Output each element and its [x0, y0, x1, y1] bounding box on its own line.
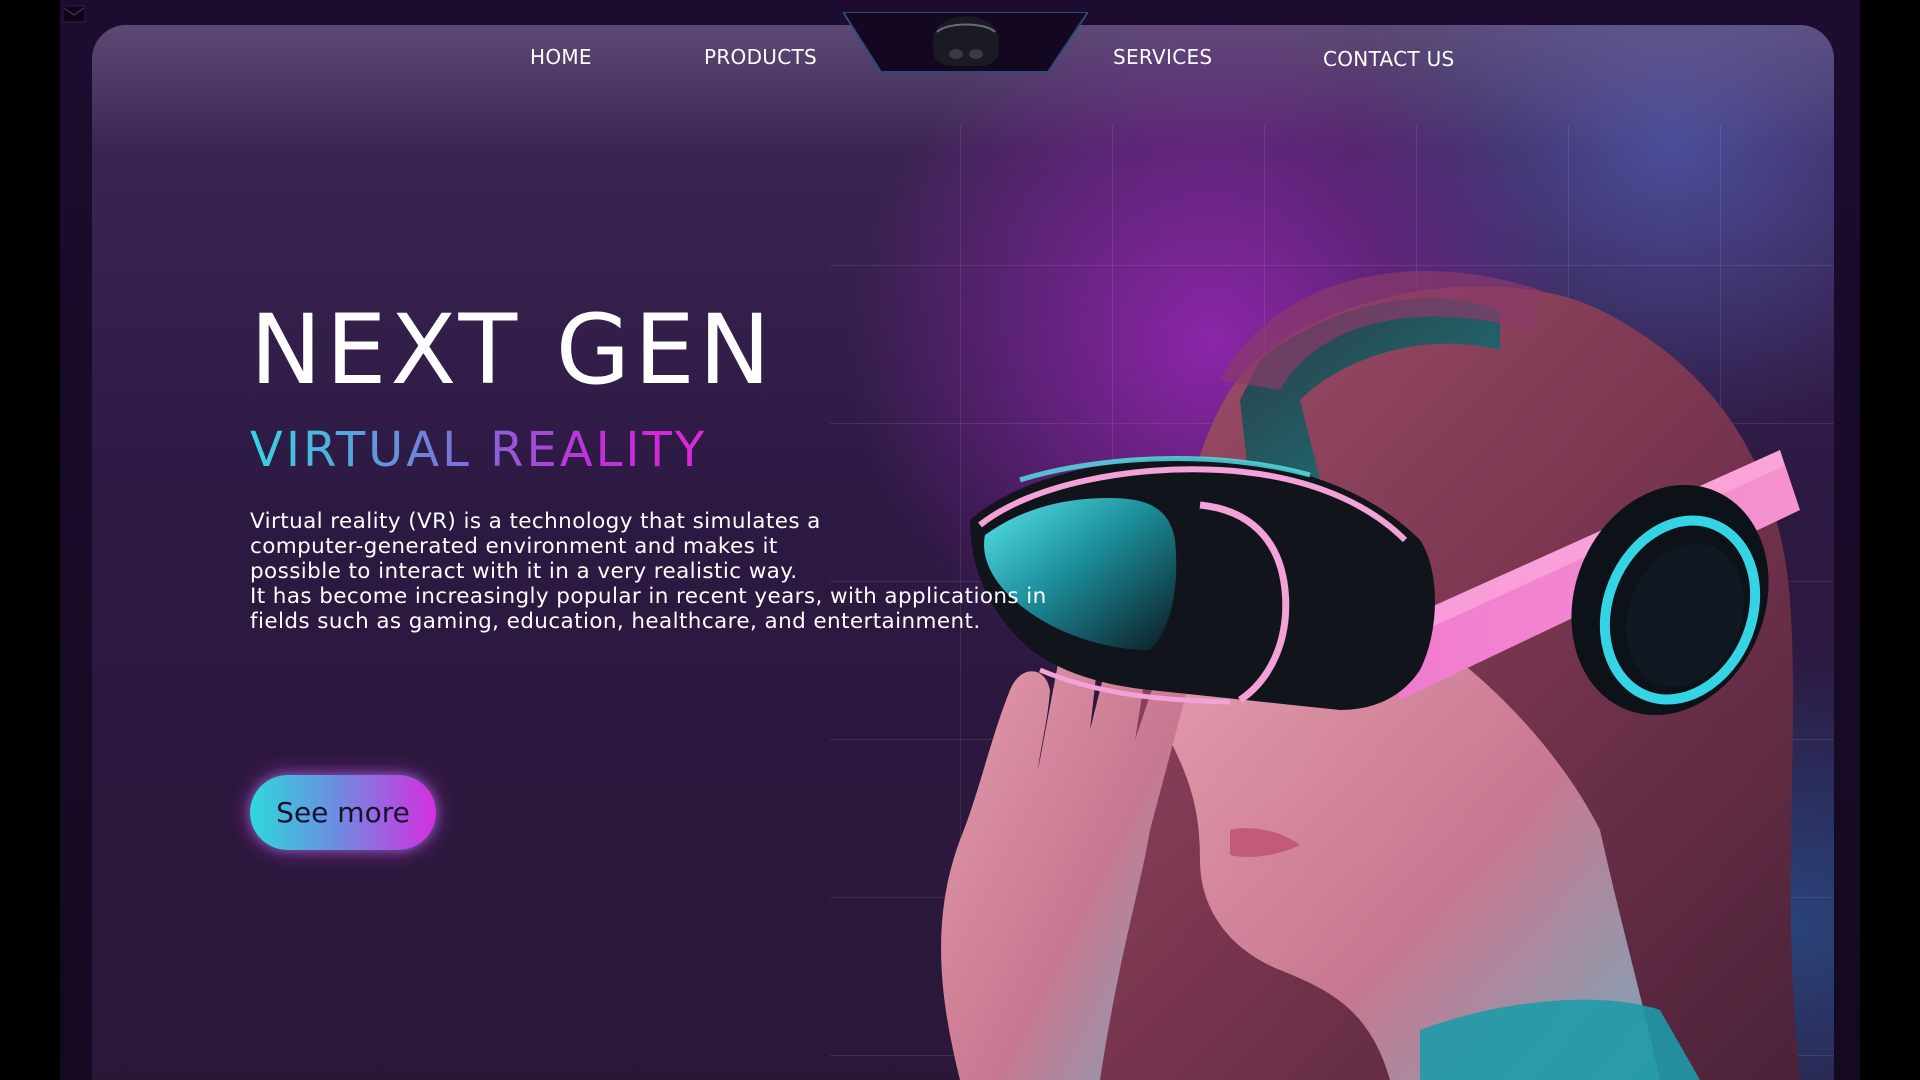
mail-icon	[62, 5, 86, 23]
hero-title: NEXT GEN	[250, 294, 775, 406]
vr-headset-icon[interactable]	[927, 14, 1005, 68]
hero-description-line: computer-generated environment and makes…	[250, 534, 778, 559]
screen: HOME PRODUCTS SERVICES CONTACT US NEXT G…	[0, 0, 1920, 1080]
hero-description-line: Virtual reality (VR) is a technology tha…	[250, 509, 821, 534]
nav-contact-link[interactable]: CONTACT US	[1323, 47, 1455, 71]
hero-description-line: possible to interact with it in a very r…	[250, 559, 798, 584]
hero-subtitle: VIRTUAL REALITY	[250, 422, 708, 478]
hero-description-line: fields such as gaming, education, health…	[250, 609, 981, 634]
see-more-button[interactable]: See more	[250, 775, 436, 850]
hero-description-line: It has become increasingly popular in re…	[250, 584, 1047, 609]
hero-description: Virtual reality (VR) is a technology tha…	[250, 509, 1130, 634]
nav-products-link[interactable]: PRODUCTS	[704, 45, 817, 69]
nav-home-link[interactable]: HOME	[530, 45, 592, 69]
nav-services-link[interactable]: SERVICES	[1113, 45, 1212, 69]
vr-user-illustration	[941, 270, 1800, 1080]
